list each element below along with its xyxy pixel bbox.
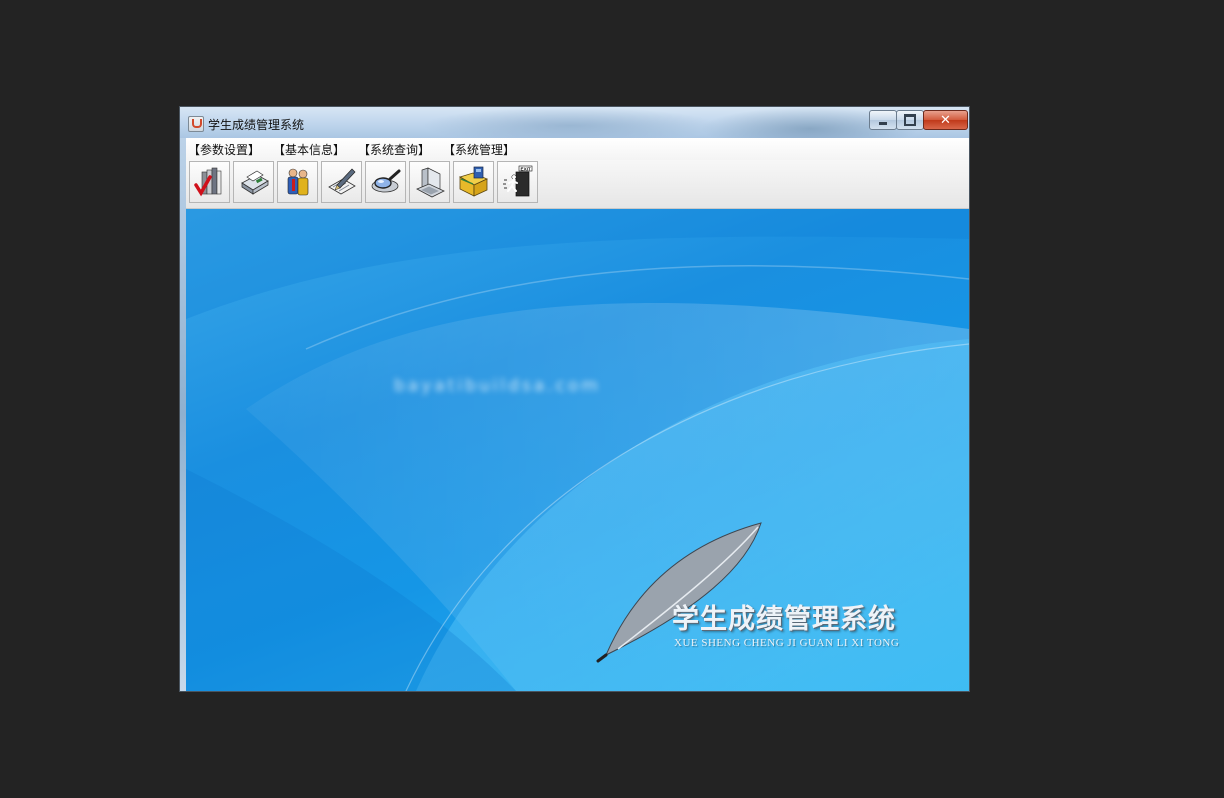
title-bar[interactable]: 学生成绩管理系统 ✕	[180, 107, 969, 138]
folder-network-icon	[458, 166, 488, 197]
toolbar-button-users[interactable]	[277, 161, 318, 203]
toolbar-button-fax[interactable]	[233, 161, 274, 203]
menu-basic-info[interactable]: 【基本信息】	[271, 141, 350, 158]
window-title: 学生成绩管理系统	[208, 118, 305, 132]
blurred-watermark: bayatibuildsa.com	[394, 376, 601, 396]
logo-pinyin: XUE SHENG CHENG JI GUAN LI XI TONG	[674, 637, 900, 649]
menu-bar: 【参数设置】 【基本信息】 【系统查询】 【系统管理】	[186, 138, 969, 160]
minimize-icon	[879, 121, 887, 125]
maximize-icon	[904, 114, 916, 126]
maximize-button[interactable]	[896, 110, 924, 130]
users-icon	[287, 168, 308, 196]
close-button[interactable]: ✕	[923, 110, 968, 130]
main-content-area: bayatibuildsa.com 学生成绩管理系统 XUE SHENG CHE…	[186, 209, 969, 691]
app-window: 学生成绩管理系统 ✕ 【参数设置】 【基本信息】 【系统查询】 【系统管理】 E…	[180, 107, 969, 691]
toolbar-button-checklist[interactable]	[189, 161, 230, 203]
menu-system-query[interactable]: 【系统查询】	[356, 141, 435, 158]
toolbar-button-exit[interactable]: EXIT	[497, 161, 538, 203]
java-app-icon	[188, 116, 204, 132]
fax-machine-icon	[240, 170, 269, 195]
menu-system-management[interactable]: 【系统管理】	[441, 141, 520, 158]
magnifier-search-icon	[371, 169, 400, 193]
toolbar-button-edit[interactable]	[321, 161, 362, 203]
toolbar: EXIT	[186, 160, 969, 209]
svg-text:EXIT: EXIT	[520, 166, 530, 171]
computer-icon	[415, 167, 445, 198]
exit-door-icon: EXIT	[502, 165, 532, 197]
toolbar-button-search[interactable]	[365, 161, 406, 203]
minimize-button[interactable]	[869, 110, 897, 130]
edit-document-icon	[327, 168, 356, 195]
checklist-books-icon	[193, 167, 221, 197]
toolbar-button-computer[interactable]	[409, 161, 450, 203]
menu-parameter-settings[interactable]: 【参数设置】	[186, 141, 265, 158]
close-icon: ✕	[940, 112, 951, 128]
title-bar-background	[420, 107, 720, 138]
toolbar-button-folder[interactable]	[453, 161, 494, 203]
logo-title: 学生成绩管理系统	[672, 604, 896, 635]
